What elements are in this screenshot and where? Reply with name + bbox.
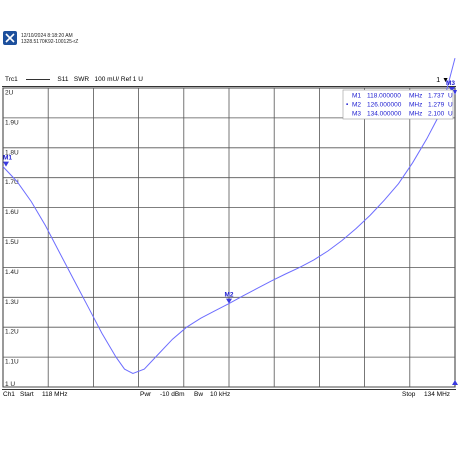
marker-row-label: M1 xyxy=(352,93,361,100)
footer-pwr-value: -10 dBm xyxy=(160,391,185,398)
footer-pwr-label: Pwr xyxy=(140,391,152,398)
marker-row-label: M3 xyxy=(352,111,361,118)
marker-row-vunit: U xyxy=(448,111,453,118)
marker-row-freq: 118.000000 xyxy=(367,93,401,100)
y-tick-label: 1.3U xyxy=(5,299,19,306)
marker-row-vunit: U xyxy=(448,93,453,100)
marker-row-freq: 134.000000 xyxy=(367,111,402,118)
marker-row-freq: 126.000000 xyxy=(367,102,402,109)
limit-arrow-top-icon xyxy=(453,90,457,95)
marker-m3-label: M3 xyxy=(446,80,455,87)
marker-row-unit: MHz xyxy=(409,102,422,109)
y-tick-label: 1 U xyxy=(5,381,15,388)
y-tick-label: 1.7U xyxy=(5,179,19,186)
footer-stop-value: 134 MHz xyxy=(424,391,451,398)
y-tick-label: 1.9U xyxy=(5,119,19,126)
marker-row-label: M2 xyxy=(352,102,361,109)
limit-arrow-bottom-icon xyxy=(452,380,458,385)
marker-m1-label: M1 xyxy=(3,155,12,162)
marker-m1-triangle xyxy=(3,161,9,167)
y-tick-label: 2U xyxy=(5,90,14,97)
footer-start-value: 118 MHz xyxy=(42,391,68,398)
y-tick-label: 1.5U xyxy=(5,239,19,246)
footer-bw-value: 10 kHz xyxy=(210,391,231,398)
marker-m2-label: M2 xyxy=(224,292,233,299)
y-tick-label: 1.2U xyxy=(5,329,19,336)
marker-row-vunit: U xyxy=(448,102,453,109)
marker-row-value: 1.279 xyxy=(428,102,445,109)
marker-row-value: 1.737 xyxy=(428,93,445,100)
marker-row-unit: MHz xyxy=(409,111,422,118)
footer-channel: Ch1 xyxy=(3,391,15,398)
marker-row-value: 2.100 xyxy=(428,111,445,118)
footer-start-label: Start xyxy=(20,391,34,398)
y-tick-label: 1.6U xyxy=(5,209,19,216)
marker-row-unit: MHz xyxy=(409,93,422,100)
y-tick-label: 1.1U xyxy=(5,359,19,366)
footer-stop-label: Stop xyxy=(402,391,416,398)
footer-bw-label: Bw xyxy=(194,391,204,398)
bottom-divider xyxy=(2,389,456,390)
y-tick-label: 1.4U xyxy=(5,269,19,276)
